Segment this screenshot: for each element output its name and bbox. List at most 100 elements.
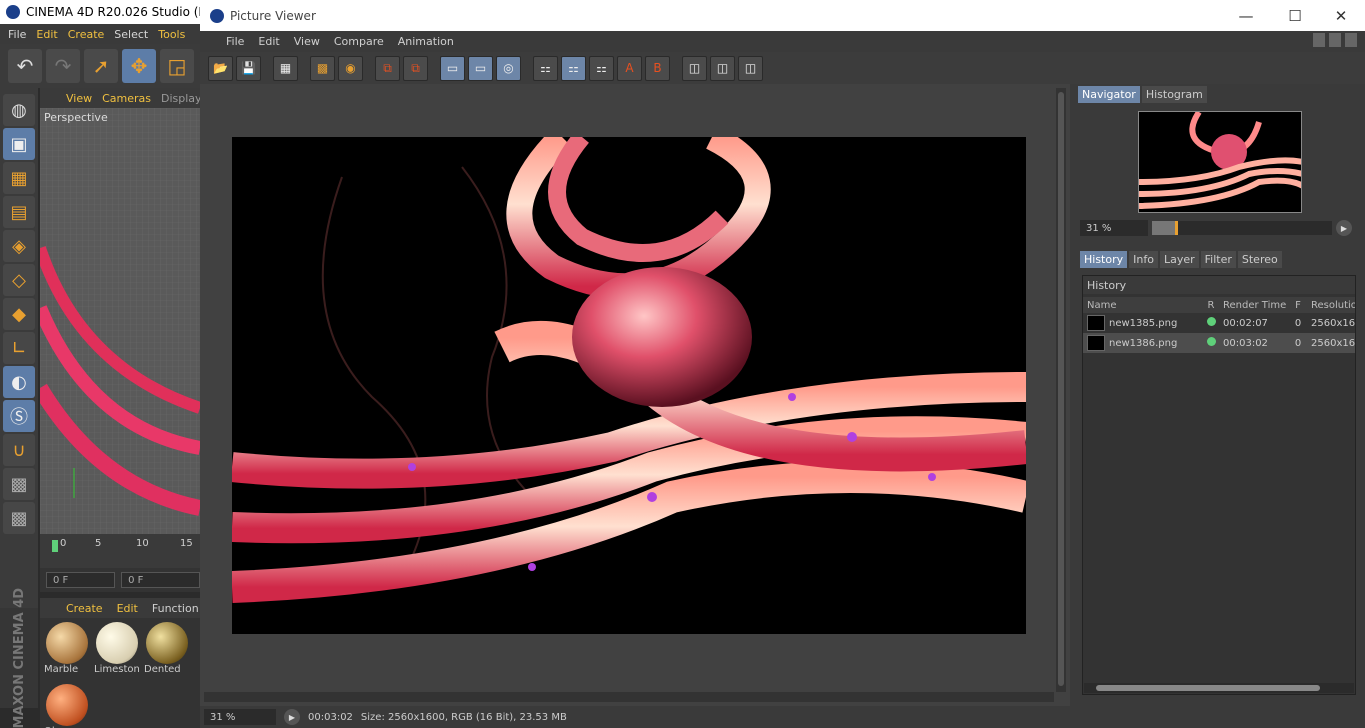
navigator-zoom-field[interactable]: 31 % bbox=[1080, 220, 1148, 236]
canvas-horizontal-scrollbar[interactable] bbox=[204, 692, 1054, 702]
move-icon[interactable]: ✥ bbox=[122, 49, 156, 83]
viewport-menu-view[interactable]: View bbox=[66, 92, 92, 105]
c4d-menu-file[interactable]: File bbox=[8, 28, 26, 41]
material-preview bbox=[146, 622, 188, 664]
copy-icon[interactable]: ⧉ bbox=[375, 55, 400, 81]
timeline[interactable]: 0 5 10 15 bbox=[40, 534, 200, 568]
open-folder-icon[interactable]: 📂 bbox=[208, 55, 233, 81]
material-item[interactable]: Dented bbox=[144, 622, 190, 680]
compare-ab-split-icon[interactable]: ⚏ bbox=[561, 55, 586, 81]
display-frame-icon[interactable]: ▭ bbox=[440, 55, 465, 81]
set-a-icon[interactable]: A bbox=[617, 55, 642, 81]
maximize-button[interactable]: ☐ bbox=[1272, 0, 1318, 31]
grid-plane-icon[interactable]: ▤ bbox=[3, 196, 35, 228]
ab-diff-icon[interactable]: ◫ bbox=[682, 55, 707, 81]
c4d-menu-create[interactable]: Create bbox=[68, 28, 105, 41]
pv-menu-animation[interactable]: Animation bbox=[398, 35, 454, 48]
grid-link-icon[interactable]: ▩ bbox=[3, 502, 35, 534]
tab-navigator[interactable]: Navigator bbox=[1078, 86, 1140, 103]
pv-menu-view[interactable]: View bbox=[294, 35, 320, 48]
col-name[interactable]: Name bbox=[1083, 300, 1203, 311]
history-row[interactable]: new1386.png 00:03:02 0 2560x1600 bbox=[1083, 333, 1355, 353]
polygon-cube-icon[interactable]: ◆ bbox=[3, 298, 35, 330]
material-preview bbox=[46, 622, 88, 664]
col-f[interactable]: F bbox=[1289, 300, 1307, 311]
select-arrow-icon[interactable]: ➚ bbox=[84, 49, 118, 83]
layout-panel-icon[interactable] bbox=[1313, 33, 1325, 47]
minimize-button[interactable]: — bbox=[1223, 0, 1269, 31]
history-filename: new1385.png bbox=[1109, 317, 1178, 329]
material-menu-create[interactable]: Create bbox=[66, 602, 103, 615]
frame-cell: 0 bbox=[1294, 337, 1302, 349]
mouse-icon[interactable]: ◐ bbox=[3, 366, 35, 398]
undo-icon[interactable]: ↶ bbox=[8, 49, 42, 83]
axis-icon[interactable]: ∟ bbox=[3, 332, 35, 364]
c4d-titlebar: CINEMA 4D R20.026 Studio (RC - R bbox=[0, 0, 200, 24]
material-item[interactable]: Limestone bbox=[94, 622, 140, 680]
tab-stereo[interactable]: Stereo bbox=[1237, 251, 1282, 268]
tab-histogram[interactable]: Histogram bbox=[1141, 86, 1207, 103]
pv-menu-edit[interactable]: Edit bbox=[258, 35, 279, 48]
navigator-zoom-slider[interactable] bbox=[1152, 221, 1332, 235]
grid-select-icon[interactable]: ▦ bbox=[273, 55, 298, 81]
close-button[interactable]: ✕ bbox=[1318, 0, 1364, 31]
zoom-slider-handle[interactable] bbox=[1175, 221, 1179, 235]
col-resolution[interactable]: Resolutio bbox=[1307, 300, 1355, 311]
tab-history[interactable]: History bbox=[1080, 251, 1128, 268]
points-cube-icon[interactable]: ◈ bbox=[3, 230, 35, 262]
ab-overlay-icon[interactable]: ◫ bbox=[738, 55, 763, 81]
redo-icon[interactable]: ↷ bbox=[46, 49, 80, 83]
magnet-icon[interactable]: ∪ bbox=[3, 434, 35, 466]
material-menu-edit[interactable]: Edit bbox=[117, 602, 138, 615]
save-icon[interactable]: 💾 bbox=[236, 55, 261, 81]
material-item[interactable]: Ol bbox=[44, 684, 90, 728]
start-frame-field[interactable]: 0 F bbox=[46, 572, 116, 588]
snap-s-icon[interactable]: Ⓢ bbox=[3, 400, 35, 432]
col-render-time[interactable]: Render Time bbox=[1219, 300, 1289, 311]
render-user-icon[interactable]: ◉ bbox=[338, 55, 363, 81]
c4d-menu-select[interactable]: Select bbox=[114, 28, 148, 41]
timeline-playhead[interactable] bbox=[52, 540, 58, 552]
zoom-play-icon[interactable]: ▶ bbox=[1336, 220, 1352, 236]
tab-filter[interactable]: Filter bbox=[1200, 251, 1236, 268]
tab-layer[interactable]: Layer bbox=[1159, 251, 1199, 268]
layout-move-icon[interactable] bbox=[1345, 33, 1357, 47]
scale-icon[interactable]: ◲ bbox=[160, 49, 194, 83]
viewport-label: Perspective bbox=[44, 111, 108, 124]
layout-grid-icon[interactable] bbox=[1329, 33, 1341, 47]
status-play-icon[interactable]: ▶ bbox=[284, 709, 300, 725]
compare-ab-swap-icon[interactable]: ⚏ bbox=[589, 55, 614, 81]
material-item[interactable]: Marble bbox=[44, 622, 90, 680]
viewport-menu-cameras[interactable]: Cameras bbox=[102, 92, 151, 105]
lock-grid-icon[interactable]: ▩ bbox=[3, 468, 35, 500]
col-r[interactable]: R bbox=[1203, 300, 1219, 311]
history-list: History Name R Render Time F Resolutio n… bbox=[1082, 275, 1356, 695]
ab-wipe-icon[interactable]: ◫ bbox=[710, 55, 735, 81]
paste-icon[interactable]: ⧉ bbox=[403, 55, 428, 81]
viewport[interactable] bbox=[40, 108, 200, 534]
display-frame-2-icon[interactable]: ▭ bbox=[468, 55, 493, 81]
cube-icon[interactable]: ▣ bbox=[3, 128, 35, 160]
c4d-menu-edit[interactable]: Edit bbox=[36, 28, 57, 41]
status-zoom-field[interactable]: 31 % bbox=[204, 709, 276, 725]
tab-info[interactable]: Info bbox=[1129, 251, 1158, 268]
render-region-icon[interactable]: ▩ bbox=[310, 55, 335, 81]
compare-ab-icon[interactable]: ⚏ bbox=[533, 55, 558, 81]
edges-cube-icon[interactable]: ◇ bbox=[3, 264, 35, 296]
c4d-menu-tools[interactable]: Tools bbox=[158, 28, 185, 41]
material-menu-function[interactable]: Function bbox=[152, 602, 199, 615]
pv-menu-compare[interactable]: Compare bbox=[334, 35, 384, 48]
history-row[interactable]: new1385.png 00:02:07 0 2560x1600 bbox=[1083, 313, 1355, 333]
globe-icon[interactable]: ◍ bbox=[3, 94, 35, 126]
current-frame-field[interactable]: 0 F bbox=[121, 572, 200, 588]
viewport-menu-display[interactable]: Display bbox=[161, 92, 200, 105]
history-horizontal-scrollbar[interactable] bbox=[1084, 683, 1354, 693]
set-b-icon[interactable]: B bbox=[645, 55, 670, 81]
display-eye-icon[interactable]: ◎ bbox=[496, 55, 521, 81]
picture-viewer-title: Picture Viewer bbox=[230, 8, 316, 23]
canvas-vertical-scrollbar[interactable] bbox=[1056, 88, 1066, 692]
navigator-preview[interactable] bbox=[1138, 111, 1302, 213]
render-status-cell bbox=[1203, 317, 1219, 329]
pv-menu-file[interactable]: File bbox=[226, 35, 244, 48]
checker-cube-icon[interactable]: ▦ bbox=[3, 162, 35, 194]
